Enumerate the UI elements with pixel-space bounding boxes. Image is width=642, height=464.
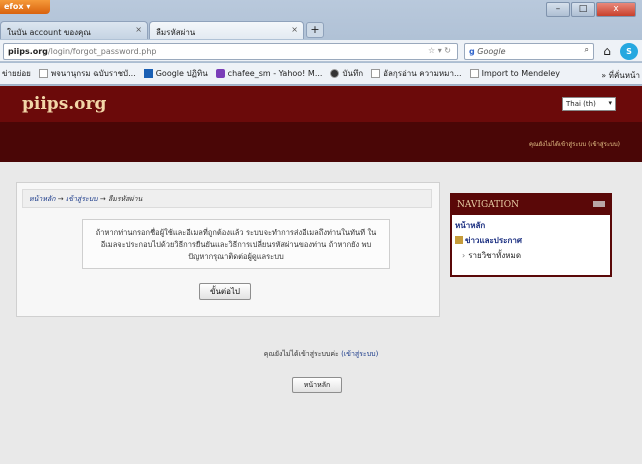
navigation-toolbar: piips.org/login/forgot_password.php ☆ ▾ … (0, 40, 642, 62)
note-icon (330, 69, 340, 78)
tab-forgot-password[interactable]: ลืมรหัสผ่าน × (149, 21, 304, 39)
bookmark-item[interactable]: พจนานุกรม ฉบับราชบั... (38, 67, 136, 80)
url-path: /login/forgot_password.php (47, 47, 157, 56)
bookmark-item[interactable]: ข่ายย่อย (2, 67, 31, 80)
navigation-list: หน้าหลัก ข่าวและประกาศ › รายวิชาทั้งหมด (452, 215, 610, 266)
bookmark-item[interactable]: อัลกุรอ่าน ความหมา... (371, 67, 462, 80)
new-tab-button[interactable]: + (306, 22, 324, 38)
bookmark-item[interactable]: chafee_sm - Yahoo! M... (215, 69, 322, 78)
search-icon[interactable]: ⌕ (585, 45, 589, 55)
tab-account[interactable]: ในบัน account ของคุณ × (0, 21, 148, 39)
breadcrumb-home[interactable]: หน้าหลัก (29, 195, 55, 203)
yahoo-icon (215, 69, 225, 78)
page-icon (38, 69, 48, 78)
breadcrumb-separator: → (57, 195, 64, 203)
browser-chrome: efox ▾ ในบัน account ของคุณ × ลืมรหัสผ่า… (0, 0, 642, 86)
nav-item-news[interactable]: ข่าวและประกาศ (455, 233, 607, 248)
news-icon (455, 236, 463, 244)
url-bar[interactable]: piips.org/login/forgot_password.php ☆ ▾ … (3, 43, 458, 60)
google-icon: g (469, 47, 475, 56)
bookmark-item[interactable]: Google ปฏิทิน (143, 67, 208, 80)
site-name[interactable]: piips.org (22, 94, 106, 114)
language-value: Thai (th) (566, 100, 596, 108)
tab-label: ในบัน account ของคุณ (7, 28, 91, 37)
bookmarks-toolbar: ข่ายย่อย พจนานุกรม ฉบับราชบั... Google ป… (0, 63, 642, 85)
breadcrumb-login[interactable]: เข้าสู่ระบบ (66, 195, 98, 203)
bookmark-item[interactable]: บันทึก (330, 67, 363, 80)
page-icon (371, 69, 381, 78)
breadcrumb-separator: → (99, 195, 106, 203)
firefox-menu-button[interactable]: efox ▾ (0, 0, 50, 14)
main-region: หน้าหลัก → เข้าสู่ระบบ → ลืมรหัสผ่าน ถ้า… (16, 182, 440, 317)
minimize-button[interactable]: – (546, 2, 570, 17)
login-bar: คุณยังไม่ได้เข้าสู่ระบบ (เข้าสู่ระบบ) (0, 122, 642, 162)
close-icon[interactable]: × (135, 25, 142, 34)
chevron-right-icon: › (462, 251, 466, 260)
bookmark-item[interactable]: Import to Mendeley (469, 69, 560, 78)
bookmarks-more-button[interactable]: » ที่คั่นหน้า (597, 69, 640, 82)
navigation-block: NAVIGATION หน้าหลัก ข่าวและประกาศ › รายวิ… (450, 193, 612, 277)
breadcrumb-current: ลืมรหัสผ่าน (107, 195, 143, 203)
tab-label: ลืมรหัสผ่าน (156, 28, 196, 37)
notice-message: ถ้าหากท่านกรอกชื่อผู้ใช้และอีเมลที่ถูกต้… (82, 219, 390, 269)
close-icon[interactable]: × (291, 25, 298, 34)
skype-icon[interactable]: S (620, 43, 638, 60)
language-select[interactable]: Thai (th) ▾ (562, 97, 616, 111)
home-button[interactable]: หน้าหลัก (292, 377, 342, 393)
footer-login-info: คุณยังไม่ได้เข้าสู่ระบบค่ะ (เข้าสู่ระบบ) (0, 349, 642, 360)
close-window-button[interactable]: x (596, 2, 636, 17)
window-controls: – □ x (546, 2, 636, 17)
bookmark-star-icon[interactable]: ☆ ▾ ↻ (428, 46, 451, 55)
login-info[interactable]: คุณยังไม่ได้เข้าสู่ระบบ (เข้าสู่ระบบ) (529, 139, 620, 149)
dock-icon[interactable] (593, 201, 605, 207)
navigation-header: NAVIGATION (452, 195, 610, 215)
maximize-button[interactable]: □ (571, 2, 595, 17)
url-host: piips.org (8, 47, 48, 56)
calendar-icon (143, 69, 153, 78)
footer-login-link[interactable]: (เข้าสู่ระบบ) (341, 350, 378, 358)
search-placeholder: Google (477, 47, 506, 56)
navigation-title: NAVIGATION (457, 200, 519, 210)
continue-button[interactable]: ขั้นต่อไป (199, 283, 251, 300)
breadcrumb: หน้าหลัก → เข้าสู่ระบบ → ลืมรหัสผ่าน (22, 189, 432, 208)
chevron-down-icon: ▾ (608, 99, 612, 107)
page-content: หน้าหลัก → เข้าสู่ระบบ → ลืมรหัสผ่าน ถ้า… (0, 162, 642, 464)
page-icon (469, 69, 479, 78)
site-header: piips.org Thai (th) ▾ (0, 86, 642, 122)
nav-item-courses[interactable]: › รายวิชาทั้งหมด (455, 248, 607, 263)
footer-login-text: คุณยังไม่ได้เข้าสู่ระบบค่ะ (263, 350, 339, 358)
home-icon[interactable]: ⌂ (598, 43, 616, 60)
nav-item-home[interactable]: หน้าหลัก (455, 218, 607, 233)
search-input[interactable]: g Google ⌕ (464, 43, 594, 60)
